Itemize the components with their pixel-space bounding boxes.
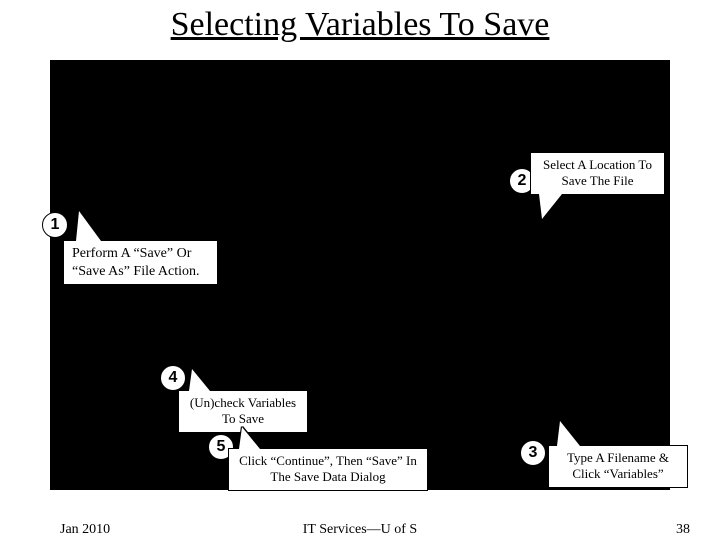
- step-number-3: 3: [520, 440, 546, 466]
- callout-tail: [189, 369, 210, 391]
- callout-tail: [239, 427, 260, 449]
- callout-1-text: Perform A “Save” Or “Save As” File Actio…: [72, 246, 200, 279]
- callout-5: Click “Continue”, Then “Save” In The Sav…: [228, 448, 428, 491]
- slide-title: Selecting Variables To Save: [0, 0, 720, 44]
- step-number-4: 4: [160, 365, 186, 391]
- callout-2-text: Select A Location To Save The File: [543, 157, 652, 188]
- callout-3: Type A Filename & Click “Variables”: [548, 445, 688, 488]
- footer-org: IT Services—U of S: [0, 522, 720, 538]
- callout-4-text: (Un)check Variables To Save: [190, 395, 296, 426]
- callout-3-text: Type A Filename & Click “Variables”: [567, 450, 669, 481]
- callout-tail: [76, 211, 101, 241]
- callout-tail: [539, 194, 562, 219]
- step-number-1: 1: [42, 212, 68, 238]
- callout-2: Select A Location To Save The File: [530, 152, 665, 195]
- callout-1: Perform A “Save” Or “Save As” File Actio…: [63, 240, 218, 285]
- callout-tail: [557, 421, 580, 446]
- callout-5-text: Click “Continue”, Then “Save” In The Sav…: [239, 453, 417, 484]
- slide-number: 38: [676, 522, 690, 538]
